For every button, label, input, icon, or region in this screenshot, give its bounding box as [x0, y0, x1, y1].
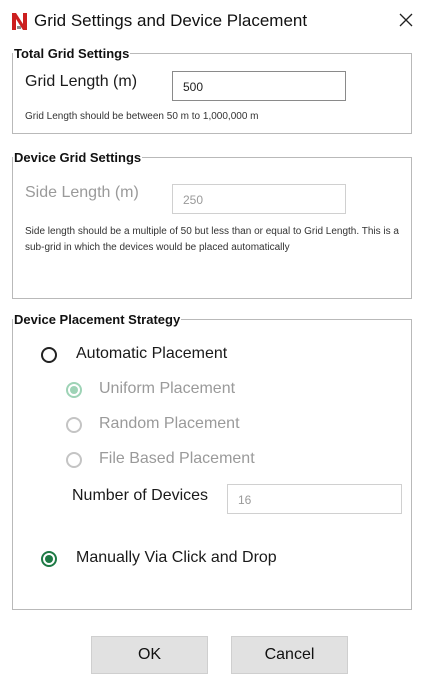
random-placement-radio[interactable] [66, 417, 82, 433]
device-placement-strategy-legend: Device Placement Strategy [14, 312, 181, 327]
app-logo-icon [12, 13, 27, 30]
uniform-placement-label[interactable]: Uniform Placement [99, 380, 235, 398]
device-grid-settings-legend: Device Grid Settings [14, 150, 142, 165]
manual-placement-radio[interactable] [41, 551, 57, 567]
window-title: Grid Settings and Device Placement [34, 11, 308, 30]
file-based-placement-label[interactable]: File Based Placement [99, 450, 255, 468]
cancel-button[interactable]: Cancel [231, 636, 348, 674]
number-of-devices-input[interactable]: 16 [227, 484, 402, 514]
file-based-placement-radio[interactable] [66, 452, 82, 468]
total-grid-settings-legend: Total Grid Settings [14, 46, 130, 61]
automatic-placement-radio[interactable] [41, 347, 57, 363]
number-of-devices-label: Number of Devices [72, 487, 209, 504]
close-icon[interactable] [395, 8, 417, 32]
grid-length-label: Grid Length (m) [25, 73, 138, 90]
automatic-placement-label[interactable]: Automatic Placement [76, 345, 227, 363]
side-length-input[interactable]: 250 [172, 184, 346, 214]
ok-button[interactable]: OK [91, 636, 208, 674]
total-grid-settings-group: Total Grid Settings Grid Length (m) 500 … [12, 46, 412, 134]
device-placement-strategy-group: Device Placement Strategy Automatic Plac… [12, 312, 412, 610]
manual-placement-label[interactable]: Manually Via Click and Drop [76, 549, 277, 567]
grid-length-input[interactable]: 500 [172, 71, 346, 101]
title-bar: Grid Settings and Device Placement [0, 0, 425, 44]
side-length-hint: Side length should be a multiple of 50 b… [25, 226, 399, 253]
device-grid-settings-group: Device Grid Settings Side Length (m) 250… [12, 150, 412, 299]
uniform-placement-radio[interactable] [66, 382, 82, 398]
random-placement-label[interactable]: Random Placement [99, 415, 240, 433]
grid-length-hint: Grid Length should be between 50 m to 1,… [25, 111, 259, 122]
side-length-label: Side Length (m) [25, 184, 139, 201]
